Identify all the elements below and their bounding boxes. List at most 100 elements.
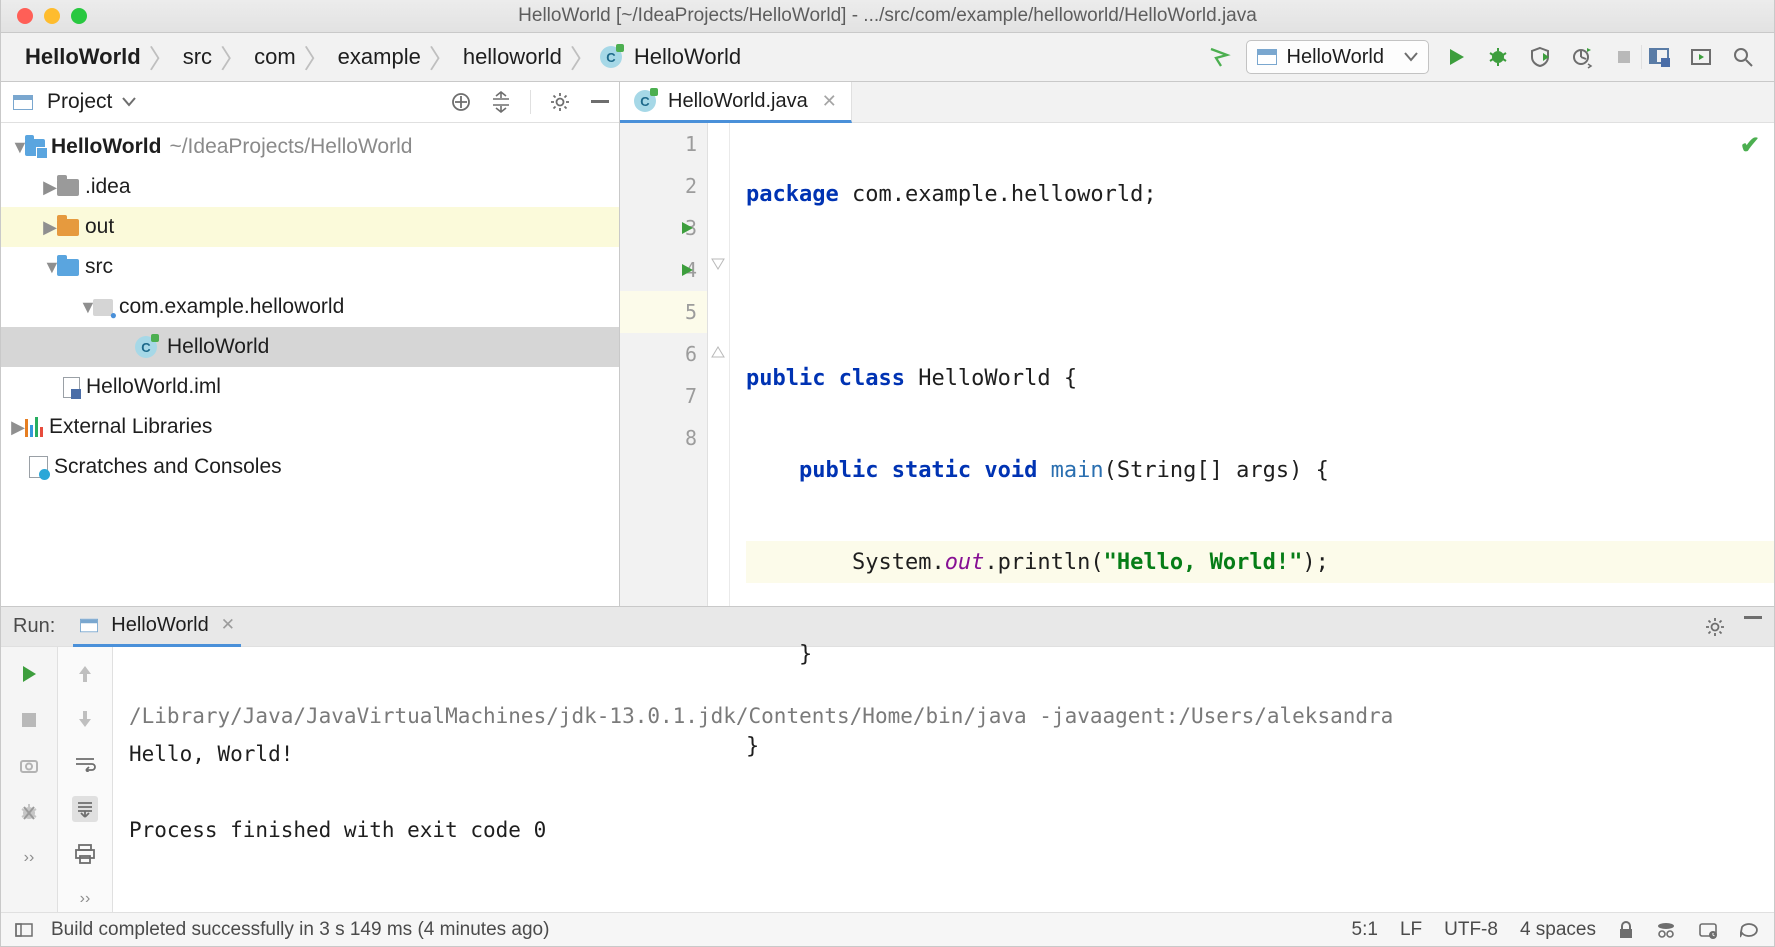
tree-row-root[interactable]: ▼ HelloWorld ~/IdeaProjects/HelloWorld xyxy=(1,127,619,167)
divider xyxy=(530,90,531,114)
tree-row-src[interactable]: ▼ src xyxy=(1,247,619,287)
more-icon[interactable]: ›› xyxy=(16,845,42,871)
fold-strip[interactable] xyxy=(708,123,730,606)
gutter[interactable]: 1 2 3 4 5 6 7 8 xyxy=(620,123,708,606)
status-build-msg: Build completed successfully in 3 s 149 … xyxy=(51,919,549,941)
inspector-icon[interactable] xyxy=(1656,921,1676,939)
hide-icon[interactable] xyxy=(589,91,611,113)
tree-label: .idea xyxy=(85,175,131,199)
more-icon[interactable]: ›› xyxy=(72,887,98,912)
close-window-button[interactable] xyxy=(17,8,33,24)
editor-pane: C HelloWorld.java ✕ 1 2 3 4 5 6 7 8 xyxy=(620,82,1774,606)
folder-icon xyxy=(57,219,79,236)
status-line-sep[interactable]: LF xyxy=(1400,919,1422,941)
select-opened-icon[interactable] xyxy=(450,91,472,113)
project-structure-button[interactable] xyxy=(1642,40,1676,74)
gutter-line[interactable]: 4 xyxy=(620,249,707,291)
tree-label: HelloWorld.iml xyxy=(86,375,221,399)
tool-windows-icon[interactable] xyxy=(15,923,33,937)
run-gutter-icon[interactable] xyxy=(680,221,694,235)
breadcrumb-sep: 〉 xyxy=(429,39,455,76)
run-gutter-icon[interactable] xyxy=(680,263,694,277)
collapse-all-icon[interactable] xyxy=(490,91,512,113)
breadcrumb-item[interactable]: com xyxy=(250,44,300,70)
run-label: Run: xyxy=(13,615,55,638)
tree-sub-label: ~/IdeaProjects/HelloWorld xyxy=(169,135,412,159)
fold-icon[interactable] xyxy=(710,257,726,273)
libraries-icon xyxy=(25,417,43,437)
run-anything-button[interactable] xyxy=(1684,40,1718,74)
gutter-line[interactable]: 7 xyxy=(620,375,707,417)
window-controls xyxy=(17,8,87,24)
status-caret-pos[interactable]: 5:1 xyxy=(1352,919,1378,941)
project-icon xyxy=(13,95,33,110)
gutter-line[interactable]: 2 xyxy=(620,165,707,207)
run-left-toolbar: ›› xyxy=(1,647,57,912)
breadcrumb-item[interactable]: HelloWorld xyxy=(21,44,145,70)
memory-icon[interactable] xyxy=(1698,921,1718,939)
tree-row-iml[interactable]: HelloWorld.iml xyxy=(1,367,619,407)
breadcrumb-item[interactable]: src xyxy=(179,44,216,70)
run-tab[interactable]: HelloWorld ✕ xyxy=(73,607,241,647)
tree-row-scratches[interactable]: Scratches and Consoles xyxy=(1,447,619,487)
close-icon[interactable]: ✕ xyxy=(221,615,235,635)
run-config-selector[interactable]: HelloWorld xyxy=(1246,40,1429,74)
exit-icon[interactable] xyxy=(16,799,42,825)
gutter-line[interactable]: 8 xyxy=(620,417,707,459)
minimize-window-button[interactable] xyxy=(44,8,60,24)
search-everywhere-button[interactable] xyxy=(1726,40,1760,74)
code-area[interactable]: package com.example.helloworld; public c… xyxy=(730,123,1774,606)
status-encoding[interactable]: UTF-8 xyxy=(1444,919,1498,941)
gear-icon[interactable] xyxy=(549,91,571,113)
editor-tab[interactable]: C HelloWorld.java ✕ xyxy=(620,82,852,123)
up-icon[interactable] xyxy=(72,661,98,686)
down-icon[interactable] xyxy=(72,706,98,731)
project-header-actions xyxy=(450,90,611,114)
gutter-line[interactable]: 1 xyxy=(620,123,707,165)
status-bar: Build completed successfully in 3 s 149 … xyxy=(1,912,1774,946)
project-tree[interactable]: ▼ HelloWorld ~/IdeaProjects/HelloWorld ▶… xyxy=(1,123,619,606)
stop-button[interactable] xyxy=(1607,40,1641,74)
notifications-icon[interactable] xyxy=(1740,921,1760,939)
breadcrumb-item[interactable]: example xyxy=(334,44,425,70)
profiler-button[interactable] xyxy=(1565,40,1599,74)
fold-icon[interactable] xyxy=(710,343,726,359)
editor-tab-label: HelloWorld.java xyxy=(668,90,808,113)
gutter-line[interactable]: 3 xyxy=(620,207,707,249)
dump-threads-icon[interactable] xyxy=(16,753,42,779)
gutter-line[interactable]: 5 xyxy=(620,291,707,333)
soft-wrap-icon[interactable] xyxy=(72,751,98,776)
chevron-down-icon[interactable] xyxy=(122,97,136,107)
project-label[interactable]: Project xyxy=(47,90,112,114)
breadcrumb-item[interactable]: helloworld xyxy=(459,44,566,70)
build-button[interactable] xyxy=(1202,40,1236,74)
editor[interactable]: 1 2 3 4 5 6 7 8 package com.example.hell… xyxy=(620,123,1774,606)
run-button[interactable] xyxy=(1439,40,1473,74)
tree-label: HelloWorld xyxy=(167,335,269,359)
tree-row-out[interactable]: ▶ out xyxy=(1,207,619,247)
inspection-ok-icon[interactable]: ✔ xyxy=(1740,131,1760,160)
coverage-button[interactable] xyxy=(1523,40,1557,74)
tree-row-package[interactable]: ▼ com.example.helloworld xyxy=(1,287,619,327)
status-indent[interactable]: 4 spaces xyxy=(1520,919,1596,941)
debug-button[interactable] xyxy=(1481,40,1515,74)
rerun-icon[interactable] xyxy=(16,661,42,687)
folder-icon xyxy=(57,259,79,276)
gutter-line[interactable]: 6 xyxy=(620,333,707,375)
lock-icon[interactable] xyxy=(1618,921,1634,939)
scratch-icon xyxy=(29,456,48,478)
stop-icon[interactable] xyxy=(16,707,42,733)
tree-label: out xyxy=(85,215,114,239)
close-icon[interactable]: ✕ xyxy=(822,91,837,112)
zoom-window-button[interactable] xyxy=(71,8,87,24)
tree-row-ext-libs[interactable]: ▶ External Libraries xyxy=(1,407,619,447)
tree-row-class[interactable]: C HelloWorld xyxy=(1,327,619,367)
tree-row-idea[interactable]: ▶ .idea xyxy=(1,167,619,207)
tree-label: HelloWorld xyxy=(51,135,161,159)
scroll-to-end-icon[interactable] xyxy=(72,796,98,821)
code-line: public static void main(String[] args) { xyxy=(746,449,1774,491)
print-icon[interactable] xyxy=(72,842,98,867)
breadcrumb-item[interactable]: HelloWorld xyxy=(630,44,745,70)
class-icon: C xyxy=(135,336,157,358)
run-config-label: HelloWorld xyxy=(1287,46,1384,69)
